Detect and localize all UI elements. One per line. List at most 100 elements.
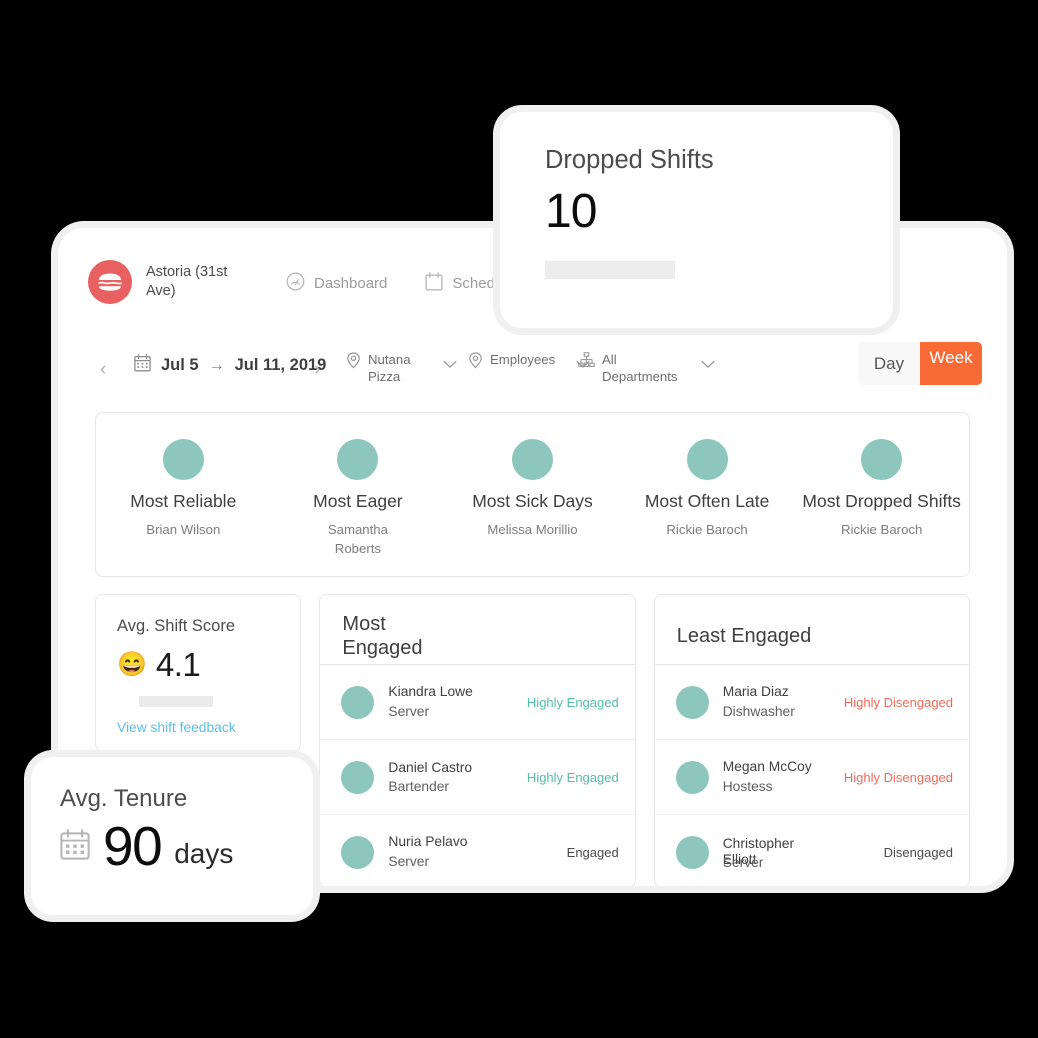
list-item[interactable]: Kiandra Lowe Server Highly Engaged (320, 665, 635, 740)
list-item[interactable]: Nuria Pelavo Server Engaged (320, 815, 634, 886)
avatar (337, 439, 379, 480)
leader-item: Most Often Late Rickie Baroch (620, 413, 795, 576)
avg-tenure-value: 90 (103, 815, 163, 877)
list-item[interactable]: Daniel Castro Bartender Highly Engaged (320, 740, 635, 815)
leader-title: Most Often Late (644, 491, 770, 511)
avg-shift-score-value-row: 😄 4.1 (117, 646, 300, 684)
smiling-face-icon: 😄 (117, 651, 147, 678)
location-pin-icon (468, 352, 483, 374)
employee-role: Bartender (388, 779, 450, 795)
screenshot-stage: Astoria (31st Ave) Dashboard Schedules ‹… (0, 0, 1038, 1038)
employee-info: Kiandra Lowe Server (388, 682, 519, 722)
most-engaged-title: Most Engaged (342, 612, 423, 659)
most-engaged-header: Most Engaged (320, 595, 635, 665)
leader-item: Most Reliable Brian Wilson (96, 413, 271, 576)
date-start: Jul 5 (161, 356, 199, 374)
employee-info: Daniel Castro Bartender (388, 758, 519, 796)
filter-employees[interactable]: Employees (468, 352, 590, 374)
avg-shift-score-card: Avg. Shift Score 😄 4.1 View shift feedba… (95, 594, 302, 752)
calendar-icon (425, 272, 443, 295)
list-item[interactable]: Christopher Elliott Server Disengaged (655, 815, 969, 886)
avatar (675, 685, 709, 719)
leader-person: Samantha Roberts (327, 522, 388, 557)
employee-info: Nuria Pelavo Server (388, 832, 558, 872)
location-pin-icon (346, 352, 361, 374)
list-item[interactable]: Megan McCoy Hostess Highly Disengaged (654, 740, 970, 815)
least-engaged-card: Least Engaged Maria Diaz Dishwasher High… (653, 594, 971, 886)
leaders-summary-card: Most Reliable Brian Wilson Most Eager Sa… (95, 412, 970, 577)
calendar-icon (60, 828, 90, 865)
dropped-shifts-value: 10 (545, 185, 597, 238)
status-badge: Highly Engaged (526, 694, 619, 710)
nav-link-dashboard-label: Dashboard (314, 275, 388, 292)
brand-name: Astoria (31st Ave) (146, 264, 228, 299)
avg-shift-score-value: 4.1 (155, 646, 201, 683)
status-badge: Engaged (566, 844, 619, 860)
filter-departments[interactable]: All Departments (578, 352, 715, 385)
employee-info: Maria Diaz Dishwasher (723, 682, 836, 722)
employee-role: Hostess (722, 779, 773, 794)
view-mode-week-label: Week (929, 348, 973, 367)
next-period-button[interactable]: › (314, 360, 320, 379)
leader-item: Most Sick Days Melissa Morillio (445, 413, 620, 576)
employee-role: Server (388, 704, 430, 719)
placeholder-bar (139, 696, 213, 707)
filter-toolbar: ‹ Jul 5 → Jul 11, 2019 › Nutana Pizza Em… (58, 326, 1007, 406)
avatar (341, 835, 375, 869)
least-engaged-title: Least Engaged (676, 624, 812, 647)
status-badge: Highly Disengaged (843, 769, 954, 785)
leader-person: Rickie Baroch (666, 522, 748, 537)
view-mode-week-button[interactable]: Week (920, 342, 982, 385)
dropped-shifts-title: Dropped Shifts (545, 146, 714, 174)
avatar (162, 439, 204, 480)
employee-role: Server (388, 854, 430, 869)
view-shift-feedback-link[interactable]: View shift feedback (117, 720, 300, 735)
filter-departments-label: All Departments (602, 352, 678, 384)
filter-location[interactable]: Nutana Pizza (346, 352, 476, 385)
avatar (686, 439, 728, 480)
status-badge: Highly Disengaged (843, 694, 954, 710)
leader-item: Most Dropped Shifts Rickie Baroch (794, 413, 969, 576)
placeholder-bar (545, 261, 675, 280)
chevron-down-icon (701, 356, 715, 374)
avg-tenure-unit: days (174, 837, 234, 869)
view-mode-toggle[interactable]: Day Week (858, 342, 982, 385)
leader-item: Most Eager Samantha Roberts (271, 413, 446, 576)
employee-role: Server (722, 855, 764, 871)
leader-title: Most Sick Days (472, 491, 593, 511)
date-end: Jul 11, 2019 (234, 356, 327, 374)
leader-title: Most Reliable (130, 491, 237, 511)
avg-tenure-value-row: 90 days (60, 819, 313, 874)
employee-name: Kiandra Lowe (388, 684, 473, 699)
employee-info: Christopher Elliott Server (723, 836, 876, 870)
view-mode-day-button[interactable]: Day (858, 342, 920, 385)
date-range-selector[interactable]: Jul 5 → Jul 11, 2019 (134, 354, 326, 377)
date-range-arrow-icon: → (208, 356, 225, 374)
leader-person: Brian Wilson (146, 522, 221, 537)
prev-period-button[interactable]: ‹ (100, 360, 106, 379)
nav-link-dashboard[interactable]: Dashboard (286, 272, 387, 295)
employee-name: Daniel Castro (388, 760, 473, 776)
brand-block[interactable]: Astoria (31st Ave) (88, 260, 238, 304)
employee-name: Nuria Pelavo (388, 834, 468, 849)
most-engaged-card: Most Engaged Kiandra Lowe Server Highly … (319, 594, 636, 886)
leader-person: Melissa Morillio (487, 522, 578, 537)
burger-logo-icon (88, 260, 132, 304)
avatar (675, 835, 709, 869)
org-chart-icon (578, 352, 595, 373)
avg-tenure-title: Avg. Tenure (60, 785, 188, 812)
least-engaged-header: Least Engaged (654, 595, 970, 665)
employee-name: Megan McCoy (722, 759, 812, 774)
list-item[interactable]: Maria Diaz Dishwasher Highly Disengaged (654, 665, 970, 740)
avatar (511, 439, 553, 480)
dropped-shifts-card: Dropped Shifts 10 (500, 112, 893, 328)
avg-tenure-card: Avg. Tenure 90 days (31, 757, 313, 915)
nav-links: Dashboard Schedules (286, 272, 522, 295)
leader-title: Most Dropped Shifts (802, 491, 961, 511)
gauge-icon (286, 272, 305, 295)
leader-title: Most Eager (313, 491, 403, 511)
avatar (675, 760, 709, 794)
avatar (341, 760, 375, 794)
status-badge: Disengaged (883, 844, 954, 860)
filter-employees-label: Employees (490, 352, 556, 367)
